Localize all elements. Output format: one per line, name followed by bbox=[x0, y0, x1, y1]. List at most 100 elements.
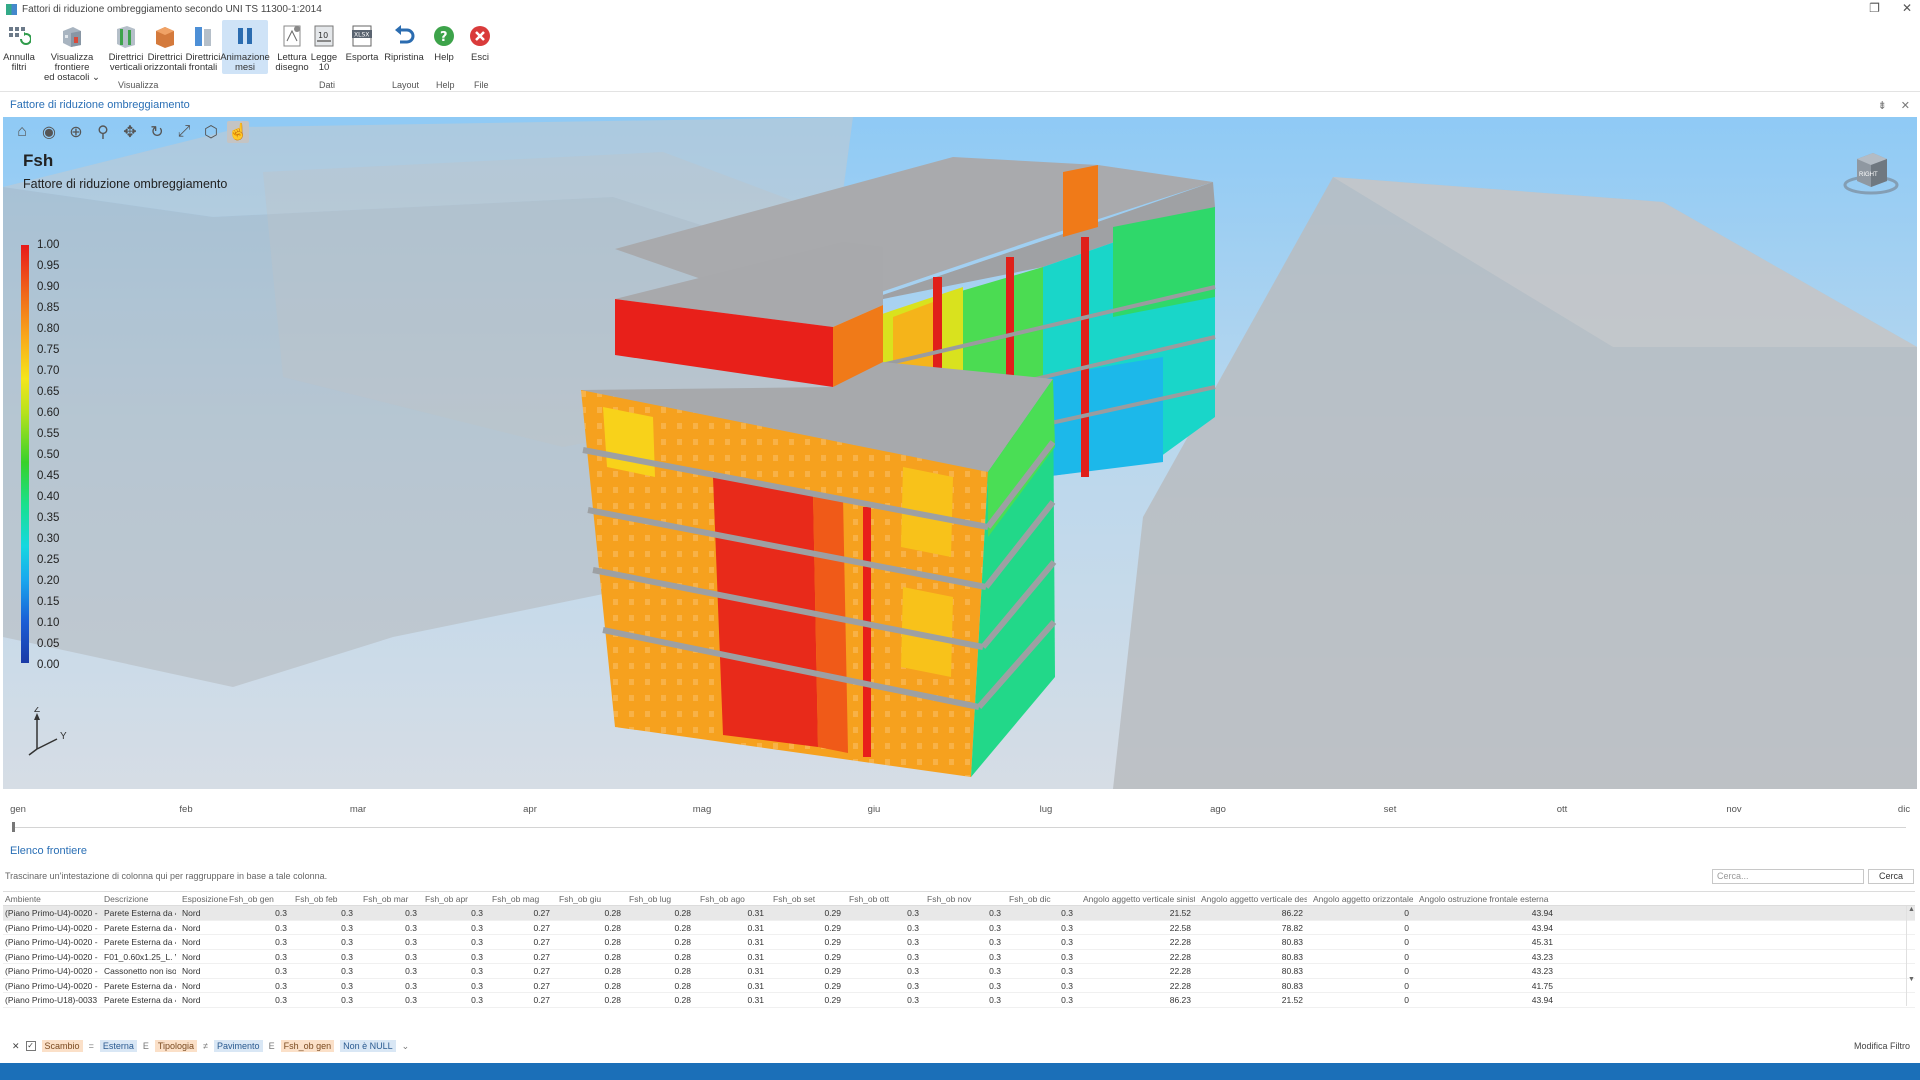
filter-operator[interactable]: = bbox=[89, 1041, 94, 1051]
visualizza-frontiere-button[interactable]: Visualizza frontiere ed ostacoli ⌄ bbox=[38, 22, 106, 83]
filter-and[interactable]: E bbox=[269, 1041, 275, 1051]
pan-icon[interactable]: ✥ bbox=[119, 121, 141, 143]
orbit-icon[interactable]: ◉ bbox=[38, 121, 60, 143]
animazione-mesi-button[interactable]: Animazione mesi bbox=[220, 20, 270, 74]
table-row[interactable]: (Piano Primo-U4)-0020 - D F01_0.60x1.25_L… bbox=[3, 950, 1915, 964]
filter-value[interactable]: Non è NULL bbox=[340, 1040, 396, 1052]
month-label[interactable]: feb bbox=[179, 804, 192, 815]
zoom-icon[interactable]: ⚲ bbox=[92, 121, 114, 143]
timeline-track[interactable] bbox=[12, 827, 1906, 828]
filter-and[interactable]: E bbox=[143, 1041, 149, 1051]
timeline-thumb[interactable] bbox=[12, 822, 15, 832]
grid-scrollbar[interactable]: ▲ ▼ bbox=[1906, 906, 1916, 1006]
table-cell: 0.27 bbox=[533, 937, 550, 947]
column-header[interactable]: Esposizione bbox=[182, 894, 228, 904]
home-view-icon[interactable]: ⌂ bbox=[11, 121, 33, 143]
filter-column[interactable]: Tipologia bbox=[154, 1040, 198, 1052]
view-cube-icon[interactable]: ⬡ bbox=[200, 121, 222, 143]
group-by-hint[interactable]: Trascinare un'intestazione di colonna qu… bbox=[5, 871, 327, 881]
table-row[interactable]: (Piano Primo-U18)-0033 - A Parete Esterna… bbox=[3, 993, 1915, 1008]
document-tab-title[interactable]: Fattore di riduzione ombreggiamento bbox=[10, 99, 190, 111]
search-input[interactable]: Cerca... bbox=[1712, 869, 1864, 884]
direttrici-orizzontali-button[interactable]: Direttrici orizzontali bbox=[144, 22, 186, 73]
table-cell: 0.3 bbox=[341, 966, 353, 976]
month-label[interactable]: dic bbox=[1898, 804, 1910, 815]
lettura-disegno-button[interactable]: Lettura disegno bbox=[275, 22, 309, 73]
column-header[interactable]: Fsh_ob set bbox=[773, 894, 845, 904]
month-label[interactable]: giu bbox=[868, 804, 881, 815]
column-header[interactable]: Angolo aggetto verticale destro bbox=[1201, 894, 1307, 904]
table-cell: 0.3 bbox=[907, 980, 919, 991]
filter-enabled-checkbox[interactable]: ✓ bbox=[25, 1041, 36, 1051]
app-icon bbox=[6, 3, 17, 15]
month-label[interactable]: nov bbox=[1726, 804, 1741, 815]
pin-icon[interactable]: ⇟ bbox=[1878, 99, 1887, 112]
esci-button[interactable]: Esci bbox=[466, 22, 494, 63]
edit-filter-link[interactable]: Modifica Filtro bbox=[1854, 1041, 1910, 1051]
month-timeline[interactable]: gen feb mar apr mag giu lug ago set ott … bbox=[0, 800, 1920, 840]
column-header[interactable]: Fsh_ob mag bbox=[492, 894, 554, 904]
fit-all-icon[interactable]: ⤢ bbox=[173, 121, 195, 143]
filter-operator[interactable]: ≠ bbox=[203, 1041, 208, 1051]
navigation-cube[interactable]: RIGHT bbox=[1843, 145, 1899, 201]
column-header[interactable]: Fsh_ob ott bbox=[849, 894, 923, 904]
column-header[interactable]: Fsh_ob feb bbox=[295, 894, 357, 904]
rotate-icon[interactable]: ↻ bbox=[146, 121, 168, 143]
filter-value[interactable]: Pavimento bbox=[214, 1040, 263, 1052]
column-header[interactable]: Ambiente bbox=[5, 894, 103, 904]
table-row[interactable]: (Piano Primo-U4)-0020 - D Cassonetto non … bbox=[3, 964, 1915, 979]
column-header[interactable]: Fsh_ob ago bbox=[700, 894, 768, 904]
close-window-icon[interactable]: ✕ bbox=[1902, 1, 1912, 15]
table-cell: (Piano Primo-U4)-0020 - D bbox=[5, 908, 99, 918]
filter-column[interactable]: Scambio bbox=[41, 1040, 83, 1052]
month-label[interactable]: set bbox=[1384, 804, 1397, 815]
table-row[interactable]: (Piano Primo-U4)-0020 - D Parete Esterna … bbox=[3, 906, 1915, 921]
filter-column[interactable]: Fsh_ob gen bbox=[280, 1040, 335, 1052]
help-button[interactable]: ? Help bbox=[430, 22, 458, 63]
column-header[interactable]: Fsh_ob gen bbox=[229, 894, 291, 904]
column-header[interactable]: Fsh_ob giu bbox=[559, 894, 625, 904]
table-row[interactable]: (Piano Primo-U4)-0020 - D Parete Esterna … bbox=[3, 921, 1915, 935]
table-cell: 0.31 bbox=[747, 966, 764, 976]
select-icon[interactable]: ☝ bbox=[227, 121, 249, 143]
month-label[interactable]: lug bbox=[1040, 804, 1053, 815]
month-label[interactable]: mar bbox=[350, 804, 366, 815]
table-cell: 0.3 bbox=[907, 922, 919, 933]
filter-value[interactable]: Esterna bbox=[99, 1040, 137, 1052]
table-row[interactable]: (Piano Primo-U4)-0020 - D Parete Esterna … bbox=[3, 935, 1915, 950]
column-header[interactable]: Angolo ostruzione frontale esterna bbox=[1419, 894, 1557, 904]
table-cell: 43.23 bbox=[1531, 951, 1553, 962]
legge-10-button[interactable]: 10 Legge 10 bbox=[310, 22, 338, 73]
clear-filter-icon[interactable]: ✕ bbox=[12, 1041, 20, 1052]
law-10-icon: 10 bbox=[310, 22, 338, 50]
close-panel-icon[interactable]: ✕ bbox=[1901, 99, 1910, 112]
table-cell: 0.31 bbox=[747, 995, 764, 1005]
month-label[interactable]: mag bbox=[693, 804, 711, 815]
column-header[interactable]: Fsh_ob apr bbox=[425, 894, 487, 904]
month-label[interactable]: ago bbox=[1210, 804, 1226, 815]
column-header[interactable]: Fsh_ob nov bbox=[927, 894, 1005, 904]
zoom-window-icon[interactable]: ⊕ bbox=[65, 121, 87, 143]
month-label[interactable]: gen bbox=[10, 804, 26, 815]
ripristina-button[interactable]: Ripristina bbox=[384, 22, 424, 63]
column-header[interactable]: Fsh_ob lug bbox=[629, 894, 695, 904]
column-header[interactable]: Fsh_ob dic bbox=[1009, 894, 1077, 904]
esporta-button[interactable]: XLSX Esporta bbox=[344, 22, 380, 63]
table-cell: 21.52 bbox=[1281, 995, 1303, 1005]
restore-icon[interactable]: ❐ bbox=[1869, 1, 1880, 15]
month-label[interactable]: apr bbox=[523, 804, 537, 815]
column-header[interactable]: Descrizione bbox=[104, 894, 180, 904]
column-header[interactable]: Angolo aggetto verticale sinistro bbox=[1083, 894, 1195, 904]
direttrici-frontali-button[interactable]: Direttrici frontali bbox=[186, 22, 220, 73]
table-row[interactable]: (Piano Primo-U4)-0020 - D Parete Esterna … bbox=[3, 979, 1915, 993]
building-scene[interactable] bbox=[3, 117, 1917, 789]
direttrici-verticali-button[interactable]: Direttrici verticali bbox=[108, 22, 144, 73]
column-header[interactable]: Fsh_ob mar bbox=[363, 894, 421, 904]
column-header[interactable]: Angolo aggetto orizzontale bbox=[1313, 894, 1413, 904]
search-button[interactable]: Cerca bbox=[1868, 869, 1914, 884]
month-label[interactable]: ott bbox=[1557, 804, 1568, 815]
annulla-filtri-button[interactable]: Annulla filtri bbox=[3, 22, 35, 73]
filter-more-icon[interactable]: ⌄ bbox=[402, 1041, 410, 1052]
table-cell: 43.23 bbox=[1531, 966, 1553, 976]
3d-viewport[interactable]: ⌂ ◉ ⊕ ⚲ ✥ ↻ ⤢ ⬡ ☝ Fsh Fattore di riduzio… bbox=[3, 117, 1917, 789]
